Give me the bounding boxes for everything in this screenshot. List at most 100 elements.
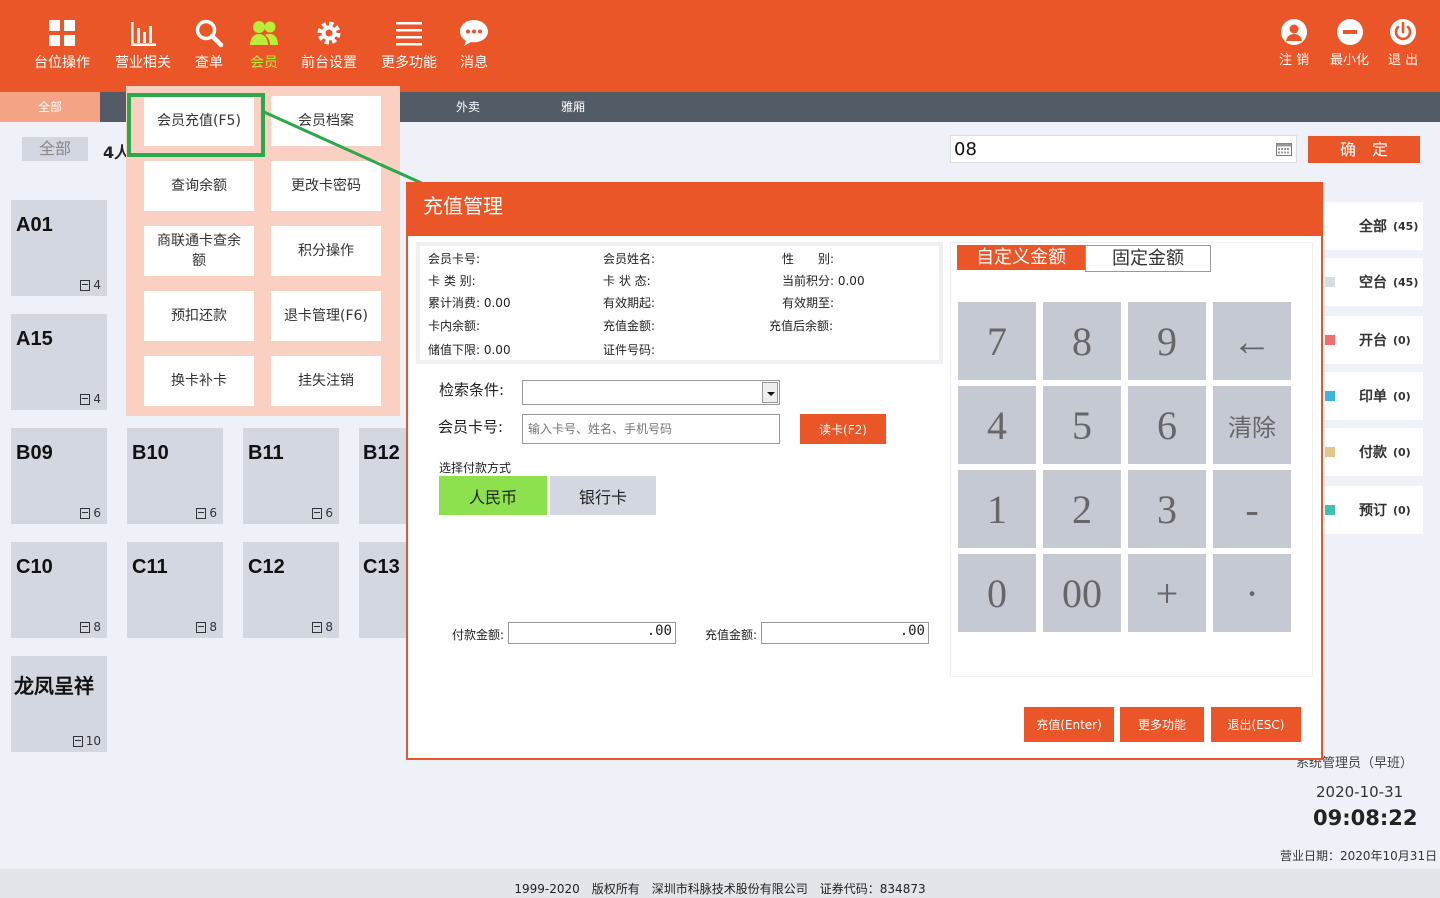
tab-all[interactable]: 全部 (0, 92, 100, 122)
nav-messages[interactable]: 消息 (459, 18, 489, 78)
more-functions-button[interactable]: 更多功能 (1120, 707, 1204, 742)
seat-count: 8 (196, 620, 217, 634)
seat-count: 6 (80, 506, 101, 520)
members-icon (250, 21, 278, 45)
seat-count: 6 (312, 506, 333, 520)
table-card-c13[interactable]: C13 (359, 542, 407, 638)
status-color (1325, 505, 1335, 515)
calendar-icon[interactable] (1276, 143, 1292, 156)
keypad-panel: 自定义金额 固定金额 7 8 9 ← 4 5 6 清除 1 2 3 - 0 00… (950, 242, 1313, 677)
key-6[interactable]: 6 (1128, 386, 1206, 464)
chevron-down-icon[interactable] (762, 382, 778, 403)
status-empty[interactable]: 空台 (45) (1323, 258, 1423, 306)
user-icon (1281, 19, 1308, 45)
key-1[interactable]: 1 (958, 470, 1036, 548)
table-card-b11[interactable]: B11 6 (243, 428, 339, 524)
tab-custom-amount[interactable]: 自定义金额 (957, 245, 1085, 270)
tab-takeout[interactable]: 外卖 (418, 92, 518, 122)
key-backspace[interactable]: ← (1213, 302, 1291, 380)
menu-query-balance[interactable]: 查询余额 (144, 161, 254, 211)
pay-method-rmb[interactable]: 人民币 (439, 476, 547, 515)
exit-button[interactable]: 退 出 (1388, 18, 1418, 68)
pay-method-bankcard[interactable]: 银行卡 (550, 476, 656, 515)
table-card-c11[interactable]: C11 8 (127, 542, 223, 638)
table-card-longfeng[interactable]: 龙凤呈祥 10 (11, 656, 107, 752)
menu-card-return[interactable]: 退卡管理(F6) (271, 291, 381, 341)
status-reserved[interactable]: 预订 (0) (1323, 486, 1423, 534)
filter-all-button[interactable]: 全部 (22, 137, 88, 161)
search-icon (195, 19, 224, 48)
top-nav-bar: 台位操作 营业相关 查单 会员 前台设置 更多功能 消息 注 销 最小化 退 出 (0, 0, 1440, 92)
key-7[interactable]: 7 (958, 302, 1036, 380)
menu-card-replace[interactable]: 换卡补卡 (144, 356, 254, 406)
seat-count: 10 (72, 734, 101, 748)
pay-method-label: 选择付款方式 (439, 461, 512, 475)
recharge-amount-label: 充值金额: (705, 628, 758, 642)
table-card-a15[interactable]: A15 4 (11, 314, 107, 410)
card-number-input[interactable] (522, 414, 780, 444)
key-8[interactable]: 8 (1043, 302, 1121, 380)
nav-members[interactable]: 会员 (249, 18, 279, 78)
seat-icon (80, 507, 91, 519)
search-input[interactable]: 08 (950, 135, 1297, 163)
list-icon (396, 22, 422, 46)
key-plus[interactable]: + (1128, 554, 1206, 632)
key-4[interactable]: 4 (958, 386, 1036, 464)
table-card-c10[interactable]: C10 8 (11, 542, 107, 638)
menu-points[interactable]: 积分操作 (271, 226, 381, 276)
nav-query-order[interactable]: 查单 (194, 18, 224, 78)
nav-front-settings[interactable]: 前台设置 (301, 18, 357, 78)
key-decimal[interactable]: · (1213, 554, 1291, 632)
table-card-a01[interactable]: A01 4 (11, 200, 107, 296)
key-minus[interactable]: - (1213, 470, 1291, 548)
minimize-button[interactable]: 最小化 (1330, 18, 1369, 68)
seat-count: 4 (80, 278, 101, 292)
key-3[interactable]: 3 (1128, 470, 1206, 548)
table-card-b12[interactable]: B12 (359, 428, 407, 524)
recharge-amount-input[interactable]: .00 (761, 622, 929, 644)
nav-table-ops[interactable]: 台位操作 (34, 18, 90, 78)
exit-dialog-button[interactable]: 退出(ESC) (1211, 707, 1301, 742)
card-number-label: 会员卡号: (438, 418, 504, 436)
seat-icon (312, 621, 323, 633)
search-condition-label: 检索条件: (439, 381, 505, 399)
table-card-b10[interactable]: B10 6 (127, 428, 223, 524)
pay-amount-input[interactable]: .00 (508, 622, 676, 644)
table-card-b09[interactable]: B09 6 (11, 428, 107, 524)
status-paid[interactable]: 付款 (0) (1323, 428, 1423, 476)
member-info-panel: 会员卡号: 会员姓名: 性 别: 卡 类 别: 卡 状 态: 当前积分: 0.0… (416, 242, 943, 364)
tab-fixed-amount[interactable]: 固定金额 (1085, 245, 1211, 272)
highlight-box (127, 93, 265, 157)
status-open[interactable]: 开台 (0) (1323, 316, 1423, 364)
menu-prepay-repay[interactable]: 预扣还款 (144, 291, 254, 341)
status-color (1325, 391, 1335, 401)
read-card-button[interactable]: 读卡(F2) (800, 414, 886, 444)
status-printed[interactable]: 印单 (0) (1323, 372, 1423, 420)
recharge-button[interactable]: 充值(Enter) (1024, 707, 1114, 742)
key-9[interactable]: 9 (1128, 302, 1206, 380)
table-card-c12[interactable]: C12 8 (243, 542, 339, 638)
seat-icon (80, 393, 91, 405)
logout-button[interactable]: 注 销 (1279, 18, 1309, 68)
tab-private-room[interactable]: 雅厢 (523, 92, 623, 122)
seat-icon (196, 621, 207, 633)
seat-count: 4 (80, 392, 101, 406)
confirm-button[interactable]: 确 定 (1308, 136, 1420, 163)
search-condition-select[interactable] (522, 380, 780, 405)
seat-count: 8 (312, 620, 333, 634)
key-clear[interactable]: 清除 (1213, 386, 1291, 464)
menu-union-card-balance[interactable]: 商联通卡查余额 (144, 226, 254, 276)
key-00[interactable]: 00 (1043, 554, 1121, 632)
gear-icon (317, 21, 341, 45)
seat-icon (196, 507, 207, 519)
nav-business[interactable]: 营业相关 (115, 18, 171, 78)
key-5[interactable]: 5 (1043, 386, 1121, 464)
key-2[interactable]: 2 (1043, 470, 1121, 548)
nav-more-functions[interactable]: 更多功能 (381, 18, 437, 78)
menu-report-loss[interactable]: 挂失注销 (271, 356, 381, 406)
chat-icon (460, 20, 488, 46)
pay-amount-label: 付款金额: (452, 628, 505, 642)
time-label: 09:08:22 (1313, 806, 1418, 830)
key-0[interactable]: 0 (958, 554, 1036, 632)
status-all[interactable]: 全部 (45) (1323, 202, 1423, 250)
